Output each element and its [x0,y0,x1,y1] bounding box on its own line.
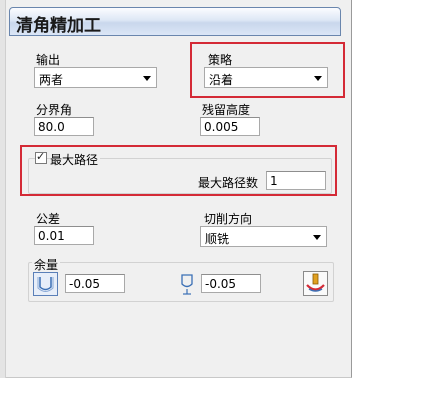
cusp-height-value: 0.005 [204,120,239,134]
cut-direction-dropdown[interactable]: 顺铣 [200,226,327,247]
dialog-title: 清角精加工 [16,16,101,36]
axial-thickness-input[interactable]: -0.05 [201,274,261,293]
panel-edge [0,0,6,378]
allowance-label: 余量 [32,256,61,273]
cusp-height-input[interactable]: 0.005 [200,117,260,136]
cut-direction-label: 切削方向 [204,212,253,226]
tolerance-value: 0.01 [38,229,65,243]
threshold-angle-label: 分界角 [36,103,73,117]
strategy-highlight [190,42,345,98]
output-value: 两者 [39,73,64,87]
threshold-angle-input[interactable]: 80.0 [34,117,94,136]
thickness-settings-icon[interactable] [303,271,328,296]
max-paths-highlight [20,145,337,196]
cusp-height-label: 残留高度 [202,103,251,117]
tolerance-input[interactable]: 0.01 [34,226,94,245]
output-dropdown[interactable]: 两者 [34,67,157,88]
thickness-settings-glyph [306,273,325,292]
axial-thickness-value: -0.05 [205,277,237,291]
radial-thickness-value: -0.05 [69,277,101,291]
tolerance-label: 公差 [36,212,61,226]
radial-thickness-glyph [37,277,54,292]
axial-thickness-glyph [181,274,193,295]
chevron-down-icon [313,235,321,240]
output-label: 输出 [36,53,61,67]
threshold-angle-value: 80.0 [38,120,65,134]
chevron-down-icon [143,76,151,81]
radial-thickness-icon[interactable] [33,272,58,296]
axial-thickness-icon[interactable] [179,272,195,296]
cut-direction-value: 顺铣 [205,232,230,246]
dialog-titlebar: 清角精加工 [9,7,341,36]
radial-thickness-input[interactable]: -0.05 [65,274,125,293]
